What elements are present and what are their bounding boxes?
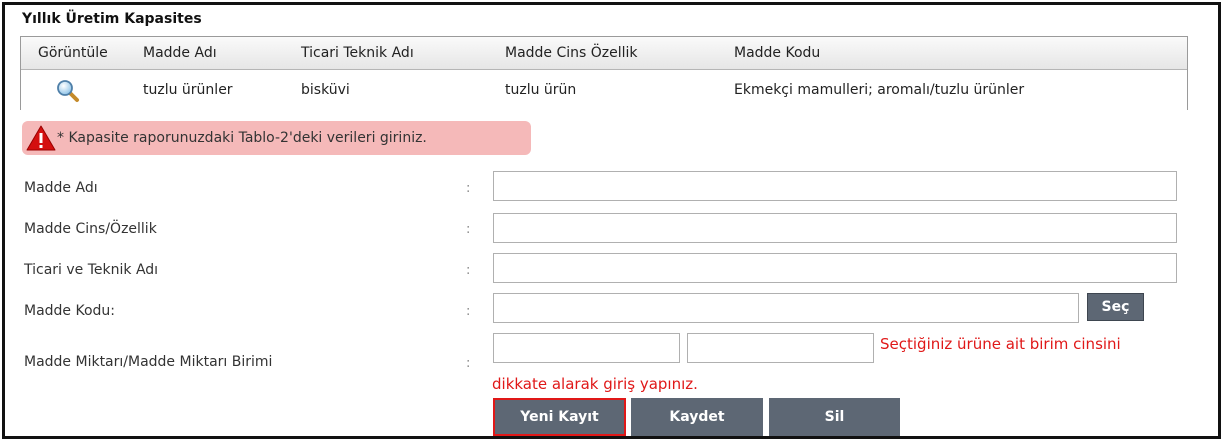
miktar-colon: : [466, 356, 471, 371]
cell-cins-ozellik: tuzlu ürün [505, 82, 577, 98]
capacity-grid: Görüntüle Madde Adı Ticari Teknik Adı Ma… [20, 36, 1188, 110]
column-header-view[interactable]: Görüntüle [38, 37, 108, 69]
ticari-teknik-input[interactable] [493, 253, 1177, 283]
cell-madde-kodu: Ekmekçi mamulleri; aromalı/tuzlu ürünler [734, 82, 1025, 98]
magnifier-icon[interactable] [55, 79, 81, 103]
cins-ozellik-label: Madde Cins/Özellik [24, 221, 157, 237]
save-button[interactable]: Kaydet [631, 398, 763, 436]
madde-adi-input[interactable] [493, 171, 1177, 201]
unit-hint-line1: Seçtiğiniz ürüne ait birim cinsini [880, 335, 1121, 353]
warning-text: * Kapasite raporunuzdaki Tablo-2'deki ve… [57, 130, 427, 146]
madde-kodu-label: Madde Kodu: [24, 303, 116, 319]
warning-banner: * Kapasite raporunuzdaki Tablo-2'deki ve… [22, 121, 531, 155]
column-header-madde-adi[interactable]: Madde Adı [143, 37, 217, 69]
ticari-teknik-colon: : [466, 263, 471, 278]
cins-ozellik-colon: : [466, 222, 471, 237]
ticari-teknik-label: Ticari ve Teknik Adı [24, 262, 159, 278]
miktar-label: Madde Miktarı/Madde Miktarı Birimi [24, 354, 273, 370]
cins-ozellik-input[interactable] [493, 213, 1177, 243]
cell-ticari-teknik-adi: bisküvi [301, 82, 350, 98]
new-record-button[interactable]: Yeni Kayıt [493, 398, 626, 436]
madde-kodu-input[interactable] [493, 293, 1079, 323]
select-code-button[interactable]: Seç [1087, 293, 1144, 321]
miktar-unit-input[interactable] [687, 333, 874, 363]
grid-header: Görüntüle Madde Adı Ticari Teknik Adı Ma… [21, 37, 1187, 70]
madde-kodu-colon: : [466, 304, 471, 319]
column-header-ticari-teknik-adi[interactable]: Ticari Teknik Adı [301, 37, 414, 69]
unit-hint-line2: dikkate alarak giriş yapınız. [492, 375, 698, 393]
column-header-cins-ozellik[interactable]: Madde Cins Özellik [505, 37, 638, 69]
table-row: tuzlu ürünler bisküvi tuzlu ürün Ekmekçi… [21, 70, 1187, 110]
madde-adi-label: Madde Adı [24, 180, 98, 196]
madde-adi-colon: : [466, 181, 471, 196]
warning-icon [26, 125, 56, 151]
miktar-input[interactable] [493, 333, 680, 363]
panel-title: Yıllık Üretim Kapasites [22, 11, 202, 27]
cell-madde-adi: tuzlu ürünler [143, 82, 233, 98]
column-header-madde-kodu[interactable]: Madde Kodu [734, 37, 820, 69]
delete-button[interactable]: Sil [769, 398, 900, 436]
